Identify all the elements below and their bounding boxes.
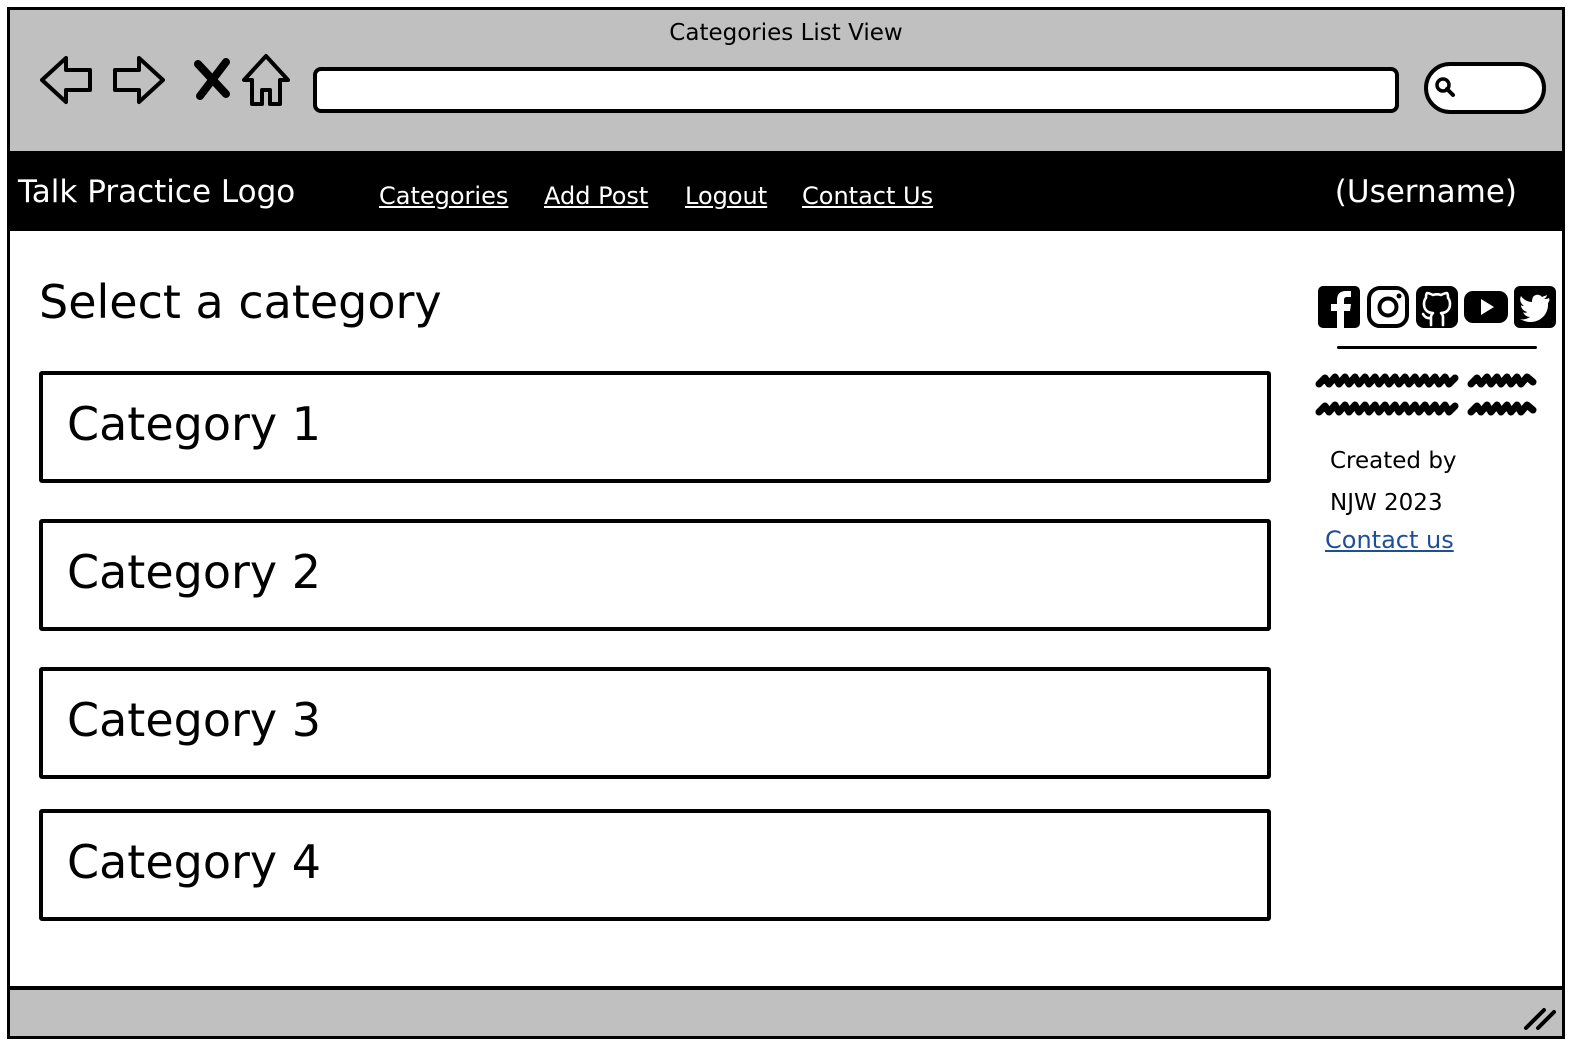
home-icon[interactable] bbox=[236, 50, 296, 110]
credit-line-2: NJW 2023 bbox=[1330, 490, 1443, 516]
forward-arrow-icon[interactable] bbox=[109, 50, 169, 110]
window-title: Categories List View bbox=[669, 20, 903, 46]
nav-link-categories[interactable]: Categories bbox=[379, 182, 508, 210]
nav-link-contact-us[interactable]: Contact Us bbox=[802, 182, 933, 210]
category-item-2[interactable]: Category 2 bbox=[39, 519, 1271, 631]
username-label: (Username) bbox=[1334, 174, 1517, 210]
category-label: Category 4 bbox=[67, 835, 322, 889]
credit-text: Created by NJW 2023 bbox=[1330, 440, 1457, 524]
sidebar-contact-link[interactable]: Contact us bbox=[1325, 526, 1454, 554]
back-arrow-icon[interactable] bbox=[36, 50, 96, 110]
browser-window: Categories List View Talk Practice Logo … bbox=[7, 7, 1565, 1039]
facebook-icon[interactable] bbox=[1317, 285, 1361, 329]
nav-link-add-post[interactable]: Add Post bbox=[544, 182, 648, 210]
close-x-icon[interactable] bbox=[182, 50, 242, 110]
category-label: Category 3 bbox=[67, 693, 322, 747]
address-bar[interactable] bbox=[313, 67, 1399, 113]
status-bar bbox=[10, 986, 1562, 1036]
github-icon[interactable] bbox=[1415, 285, 1459, 329]
resize-grip-icon[interactable] bbox=[1522, 1002, 1556, 1032]
twitter-icon[interactable] bbox=[1513, 285, 1557, 329]
search-icon bbox=[1435, 77, 1455, 97]
credit-line-1: Created by bbox=[1330, 448, 1457, 474]
category-label: Category 1 bbox=[67, 397, 322, 451]
page-title: Select a category bbox=[39, 275, 442, 329]
category-item-3[interactable]: Category 3 bbox=[39, 667, 1271, 779]
browser-chrome: Categories List View bbox=[10, 10, 1562, 154]
placeholder-scribble-icon bbox=[1315, 373, 1537, 416]
nav-link-logout[interactable]: Logout bbox=[685, 182, 767, 210]
sidebar-divider bbox=[1337, 346, 1537, 349]
site-navbar: Talk Practice Logo Categories Add Post L… bbox=[10, 154, 1562, 231]
social-icons bbox=[1317, 285, 1557, 329]
category-item-1[interactable]: Category 1 bbox=[39, 371, 1271, 483]
site-logo[interactable]: Talk Practice Logo bbox=[18, 174, 295, 210]
instagram-icon[interactable] bbox=[1366, 285, 1410, 329]
search-box[interactable] bbox=[1424, 62, 1546, 114]
youtube-icon[interactable] bbox=[1464, 285, 1508, 329]
category-label: Category 2 bbox=[67, 545, 322, 599]
category-item-4[interactable]: Category 4 bbox=[39, 809, 1271, 921]
